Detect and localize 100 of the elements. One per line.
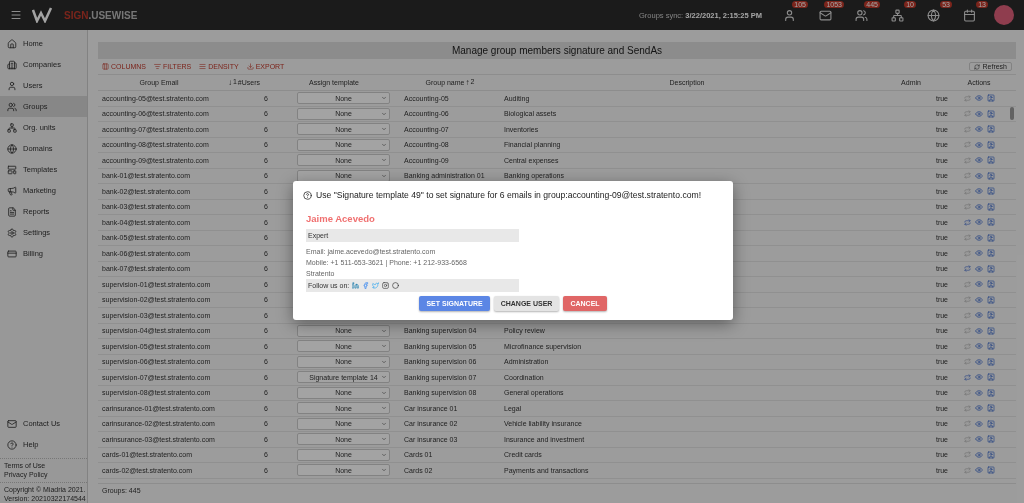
view-icon[interactable]: [974, 218, 983, 227]
mail-icon: [7, 418, 17, 429]
sync-icon[interactable]: [963, 125, 971, 133]
facebook-icon[interactable]: [362, 282, 370, 289]
sync-icon[interactable]: [963, 358, 971, 366]
view-icon[interactable]: [974, 295, 983, 304]
avatar[interactable]: [994, 5, 1014, 25]
columns-icon: [102, 63, 109, 70]
sync-icon[interactable]: [963, 373, 971, 381]
caret-icon: [381, 374, 387, 381]
caret-icon: [381, 327, 387, 334]
view-icon[interactable]: [974, 419, 983, 428]
caret-icon: [381, 343, 387, 350]
sync-icon[interactable]: [963, 296, 971, 304]
view-icon[interactable]: [974, 404, 983, 413]
view-icon[interactable]: [974, 249, 983, 258]
sync-icon[interactable]: [963, 280, 971, 288]
contact-card-icon[interactable]: [986, 187, 995, 196]
view-icon[interactable]: [974, 125, 983, 134]
sync-icon[interactable]: [963, 110, 971, 118]
contact-card-icon[interactable]: [986, 404, 995, 413]
view-icon[interactable]: [974, 202, 983, 211]
view-icon[interactable]: [974, 140, 983, 149]
sync-icon[interactable]: [963, 94, 971, 102]
globe-icon[interactable]: [926, 8, 940, 22]
view-icon[interactable]: [974, 311, 983, 320]
sort-arrow[interactable]: ↓: [227, 78, 232, 87]
contact-card-icon[interactable]: [986, 109, 995, 118]
contact-card-icon[interactable]: [986, 233, 995, 242]
view-icon[interactable]: [974, 357, 983, 366]
caret-icon: [381, 126, 387, 133]
contact-card-icon[interactable]: [986, 295, 995, 304]
view-icon[interactable]: [974, 326, 983, 335]
view-icon[interactable]: [974, 388, 983, 397]
sync-icon[interactable]: [963, 342, 971, 350]
contact-card-icon[interactable]: [986, 264, 995, 273]
sync-icon[interactable]: [963, 187, 971, 195]
contact-card-icon[interactable]: [986, 419, 995, 428]
contact-card-icon[interactable]: [986, 218, 995, 227]
sync-icon[interactable]: [963, 466, 971, 474]
view-icon[interactable]: [974, 280, 983, 289]
contact-card-icon[interactable]: [986, 388, 995, 397]
sync-icon[interactable]: [963, 327, 971, 335]
contact-card-icon[interactable]: [986, 94, 995, 103]
sync-icon[interactable]: [963, 234, 971, 242]
users-icon[interactable]: [854, 8, 868, 22]
view-icon[interactable]: [974, 94, 983, 103]
view-icon[interactable]: [974, 156, 983, 165]
user-icon[interactable]: [782, 8, 796, 22]
linkedin-icon[interactable]: [352, 282, 360, 289]
sync-icon[interactable]: [963, 141, 971, 149]
contact-card-icon[interactable]: [986, 125, 995, 134]
view-icon[interactable]: [974, 466, 983, 475]
sync-icon[interactable]: [963, 420, 971, 428]
sync-icon[interactable]: [963, 218, 971, 226]
sort-arrow[interactable]: ↑: [465, 78, 470, 87]
contact-card-icon[interactable]: [986, 373, 995, 382]
sync-icon[interactable]: [963, 203, 971, 211]
hierarchy-icon[interactable]: [890, 8, 904, 22]
sync-icon[interactable]: [963, 451, 971, 459]
sync-icon[interactable]: [963, 156, 971, 164]
view-icon[interactable]: [974, 373, 983, 382]
view-icon[interactable]: [974, 342, 983, 351]
sync-icon[interactable]: [963, 311, 971, 319]
sync-icon[interactable]: [963, 265, 971, 273]
contact-card-icon[interactable]: [986, 450, 995, 459]
sync-icon[interactable]: [963, 404, 971, 412]
scrollbar-thumb[interactable]: [1010, 106, 1014, 120]
caret-icon: [381, 110, 387, 117]
view-icon[interactable]: [974, 187, 983, 196]
contact-card-icon[interactable]: [986, 311, 995, 320]
contact-card-icon[interactable]: [986, 466, 995, 475]
contact-card-icon[interactable]: [986, 171, 995, 180]
refresh-icon: [974, 63, 981, 70]
view-icon[interactable]: [974, 171, 983, 180]
sync-icon[interactable]: [963, 435, 971, 443]
calendar-icon[interactable]: [962, 8, 976, 22]
contact-card-icon[interactable]: [986, 249, 995, 258]
instagram-icon[interactable]: [382, 282, 390, 289]
sync-icon[interactable]: [963, 249, 971, 257]
contact-card-icon[interactable]: [986, 357, 995, 366]
brand-name: SIGN.USEWISE: [64, 9, 138, 21]
view-icon[interactable]: [974, 233, 983, 242]
view-icon[interactable]: [974, 264, 983, 273]
view-icon[interactable]: [974, 109, 983, 118]
contact-card-icon[interactable]: [986, 140, 995, 149]
contact-card-icon[interactable]: [986, 156, 995, 165]
menu-icon[interactable]: [10, 9, 22, 21]
sync-icon[interactable]: [963, 389, 971, 397]
contact-card-icon[interactable]: [986, 435, 995, 444]
view-icon[interactable]: [974, 435, 983, 444]
caret-icon: [381, 95, 387, 102]
view-icon[interactable]: [974, 450, 983, 459]
contact-card-icon[interactable]: [986, 342, 995, 351]
megaphone-icon: [7, 185, 17, 196]
contact-card-icon[interactable]: [986, 280, 995, 289]
sync-icon[interactable]: [963, 172, 971, 180]
contact-card-icon[interactable]: [986, 202, 995, 211]
contact-card-icon[interactable]: [986, 326, 995, 335]
mail-icon[interactable]: [818, 8, 832, 22]
